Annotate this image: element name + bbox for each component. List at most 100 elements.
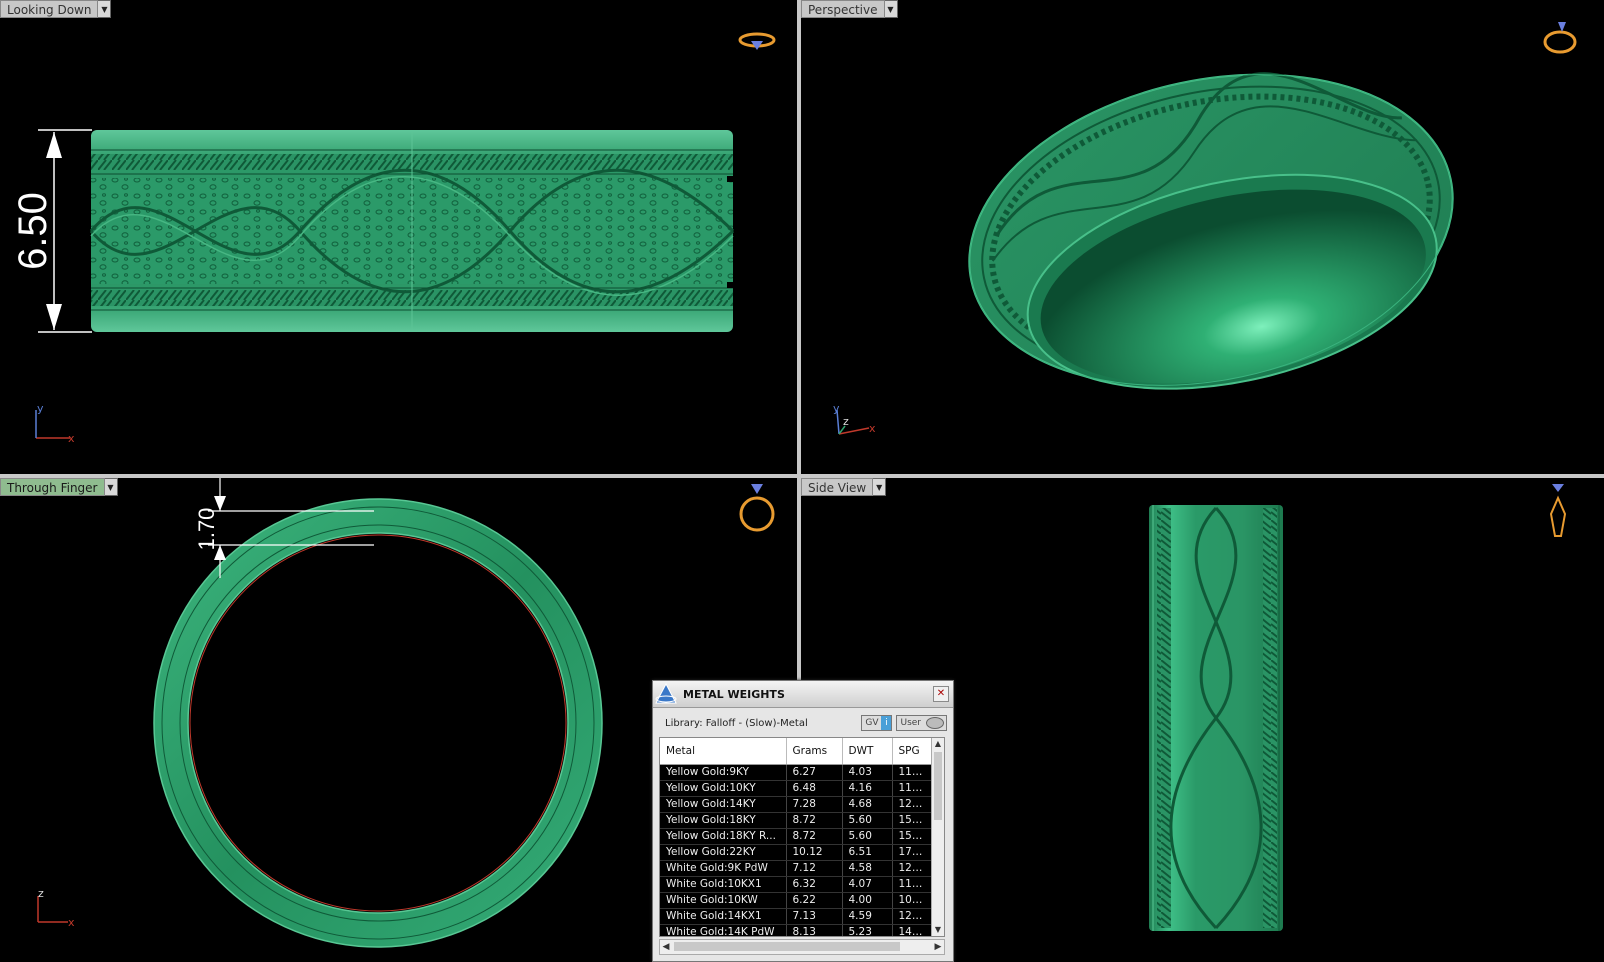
perspective-view-canvas: y z x [833, 22, 1577, 435]
vertical-scrollbar[interactable]: ▲ ▼ [931, 738, 944, 936]
cell-metal: Yellow Gold:10KY [660, 780, 787, 797]
scroll-thumb[interactable] [934, 752, 942, 820]
table-row[interactable]: Yellow Gold:14KY 7.28 4.68 12.88 [660, 796, 933, 813]
table-row[interactable]: White Gold:10KW 6.22 4.00 10.99 [660, 892, 933, 909]
cell-metal: White Gold:10KW [660, 892, 787, 909]
axis-y-label: y [37, 402, 44, 415]
scroll-up-icon[interactable]: ▲ [932, 738, 944, 750]
cell-dwt: 5.60 [842, 828, 893, 845]
cell-spg: 15.41 [892, 812, 933, 829]
viewport-label-text: Looking Down [0, 0, 99, 18]
cell-metal: White Gold:14K PdW [660, 924, 787, 936]
column-header-grams[interactable]: Grams [786, 738, 843, 765]
user-toggle[interactable]: User [896, 715, 947, 731]
cell-dwt: 4.59 [842, 908, 893, 925]
table-row[interactable]: Yellow Gold:10KY 6.48 4.16 11.45 [660, 780, 933, 797]
metal-weights-dialog[interactable]: METAL WEIGHTS ✕ Library: Falloff - (Slow… [652, 680, 954, 962]
cell-spg: 17.89 [892, 844, 933, 861]
ring-perspective-icon [1543, 22, 1577, 54]
axis-z-label: z [843, 415, 849, 428]
info-icon[interactable]: i [881, 716, 892, 730]
ring-top-icon [738, 32, 776, 50]
matrix-logo-icon [655, 682, 677, 704]
axis-x-label: x [68, 916, 75, 929]
viewport-label-side-view[interactable]: Side View ▼ [801, 478, 887, 496]
cell-dwt: 4.58 [842, 860, 893, 877]
table-row[interactable]: Yellow Gold:9KY 6.27 4.03 11.08 [660, 764, 933, 781]
chevron-down-icon[interactable]: ▼ [873, 478, 887, 496]
column-header-dwt[interactable]: DWT [842, 738, 893, 765]
column-header-spg[interactable]: SPG [892, 738, 933, 765]
ring-side [1149, 505, 1283, 931]
cell-spg: 11.18 [892, 876, 933, 893]
table-row[interactable]: White Gold:9K PdW 7.12 4.58 12.59 [660, 860, 933, 877]
cell-spg: 12.88 [892, 796, 933, 813]
cell-grams: 7.13 [786, 908, 843, 925]
cell-dwt: 6.51 [842, 844, 893, 861]
dialog-title: METAL WEIGHTS [683, 687, 785, 701]
cell-spg: 12.61 [892, 908, 933, 925]
cell-metal: White Gold:9K PdW [660, 860, 787, 877]
scroll-thumb[interactable] [674, 942, 900, 951]
ring-side-icon [1549, 484, 1567, 537]
dialog-title-bar[interactable]: METAL WEIGHTS ✕ [653, 681, 953, 708]
viewport-label-through-finger[interactable]: Through Finger ▼ [0, 478, 118, 496]
thickness-dimension-label: 1.70 [194, 508, 219, 551]
table-row[interactable]: White Gold:10KX1 6.32 4.07 11.18 [660, 876, 933, 893]
viewport-looking-down[interactable]: Looking Down ▼ 6.50 y x [0, 0, 797, 474]
cell-spg: 12.59 [892, 860, 933, 877]
cell-dwt: 5.23 [842, 924, 893, 936]
gear-icon[interactable] [926, 717, 944, 729]
horizontal-scrollbar[interactable]: ◀ ▶ [659, 939, 945, 955]
metal-weights-table[interactable]: Metal Grams DWT SPG Yellow Gold:9KY 6.27 4… [659, 737, 945, 937]
scroll-right-icon[interactable]: ▶ [932, 940, 944, 954]
ring-perspective [968, 72, 1454, 390]
cell-grams: 8.72 [786, 812, 843, 829]
cell-spg: 14.37 [892, 924, 933, 936]
viewport-label-looking-down[interactable]: Looking Down ▼ [0, 0, 112, 18]
table-row[interactable]: Yellow Gold:18KY 8.72 5.60 15.41 [660, 812, 933, 829]
cell-metal: Yellow Gold:9KY [660, 764, 787, 781]
cell-metal: Yellow Gold:14KY [660, 796, 787, 813]
viewport-perspective[interactable]: Perspective ▼ y z x [801, 0, 1604, 474]
cell-grams: 7.12 [786, 860, 843, 877]
table-row[interactable]: White Gold:14K PdW 8.13 5.23 14.37 [660, 924, 933, 936]
chevron-down-icon[interactable]: ▼ [98, 0, 112, 18]
cell-spg: 10.99 [892, 892, 933, 909]
scroll-left-icon[interactable]: ◀ [660, 940, 672, 954]
cell-dwt: 4.00 [842, 892, 893, 909]
cell-grams: 6.48 [786, 780, 843, 797]
scroll-down-icon[interactable]: ▼ [932, 924, 944, 936]
axis-z-label: z [38, 887, 44, 900]
axis-indicator: y x [35, 402, 75, 445]
cell-metal: Yellow Gold:18KY R... [660, 828, 787, 845]
top-view-canvas: 6.50 y x [11, 32, 776, 445]
cell-grams: 6.32 [786, 876, 843, 893]
cell-grams: 6.22 [786, 892, 843, 909]
table-row[interactable]: Yellow Gold:18KY R... 8.72 5.60 15.41 [660, 828, 933, 845]
viewport-label-perspective[interactable]: Perspective ▼ [801, 0, 898, 18]
axis-x-label: x [68, 432, 75, 445]
gv-toggle[interactable]: GV i [861, 715, 893, 731]
table-row[interactable]: White Gold:14KX1 7.13 4.59 12.61 [660, 908, 933, 925]
cell-metal: White Gold:10KX1 [660, 876, 787, 893]
cell-spg: 11.08 [892, 764, 933, 781]
cell-spg: 11.45 [892, 780, 933, 797]
cell-dwt: 4.03 [842, 764, 893, 781]
viewport-label-text: Side View [801, 478, 874, 496]
user-label: User [900, 718, 921, 728]
cell-dwt: 4.68 [842, 796, 893, 813]
axis-indicator: y z x [833, 402, 876, 435]
cell-metal: Yellow Gold:18KY [660, 812, 787, 829]
axis-y-label: y [833, 402, 840, 415]
close-icon[interactable]: ✕ [933, 686, 949, 702]
viewport-label-text: Perspective [801, 0, 885, 18]
cell-grams: 7.28 [786, 796, 843, 813]
column-header-metal[interactable]: Metal [660, 738, 787, 765]
height-dimension-label: 6.50 [11, 192, 55, 270]
axis-indicator: z x [37, 887, 75, 929]
chevron-down-icon[interactable]: ▼ [884, 0, 898, 18]
chevron-down-icon[interactable]: ▼ [104, 478, 118, 496]
table-row[interactable]: Yellow Gold:22KY 10.12 6.51 17.89 [660, 844, 933, 861]
ring-front-icon [739, 484, 775, 532]
